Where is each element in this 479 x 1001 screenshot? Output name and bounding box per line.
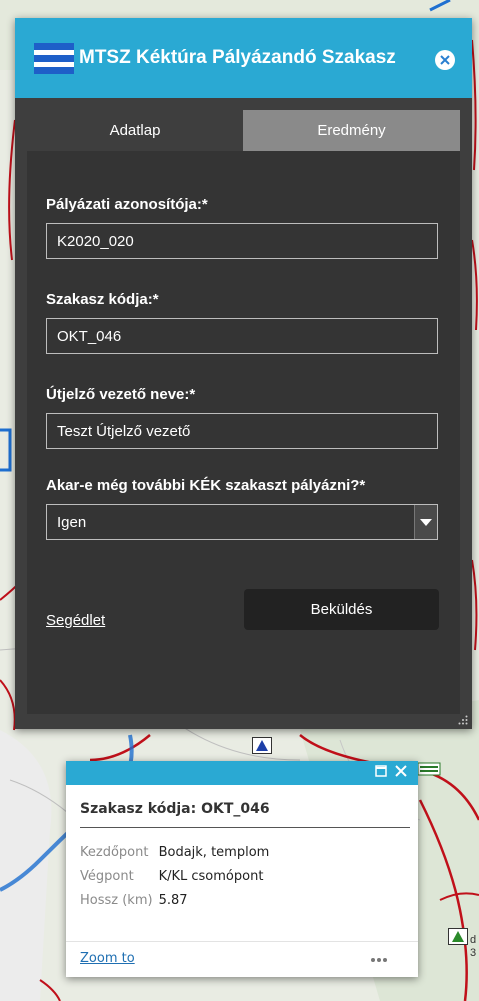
select-value: Igen — [57, 514, 87, 531]
map-label: d — [470, 934, 477, 946]
waymarker-leader-input[interactable] — [46, 413, 438, 449]
flag-icon — [34, 43, 74, 74]
attr-key: Végpont — [80, 868, 134, 884]
section-code-input[interactable] — [46, 318, 438, 354]
submit-button[interactable]: Beküldés — [244, 589, 439, 630]
attr-value: K/KL csomópont — [158, 868, 264, 884]
divider — [66, 941, 418, 942]
form-area: Pályázati azonosítója:* Szakasz kódja:* … — [27, 151, 460, 714]
panel-title: MTSZ Kéktúra Pályázandó Szakasz — [79, 47, 396, 68]
more-sections-select[interactable]: Igen — [46, 504, 438, 540]
field-label-section-code: Szakasz kódja:* — [46, 291, 159, 308]
close-icon[interactable] — [393, 763, 409, 779]
attr-value: 5.87 — [158, 892, 188, 908]
map-label: 3 — [470, 947, 477, 959]
close-circle-icon[interactable] — [435, 50, 455, 70]
tab-adatlap[interactable]: Adatlap — [27, 110, 243, 151]
attr-key: Hossz (km) — [80, 892, 153, 908]
table-row: Végpont K/KL csomópont — [80, 864, 275, 888]
tab-eredmeny[interactable]: Eredmény — [243, 110, 460, 151]
panel-header[interactable]: MTSZ Kéktúra Pályázandó Szakasz — [15, 18, 472, 98]
zoom-to-link[interactable]: Zoom to — [80, 951, 135, 966]
triangle-marker-icon[interactable] — [448, 928, 468, 945]
widget-panel: MTSZ Kéktúra Pályázandó Szakasz Adatlap … — [15, 18, 472, 729]
tab-bar: Adatlap Eredmény — [27, 110, 460, 151]
more-dots-icon[interactable] — [370, 957, 388, 963]
divider — [80, 827, 410, 828]
maximize-icon[interactable] — [375, 765, 387, 777]
table-row: Kezdőpont Bodajk, templom — [80, 840, 275, 864]
feature-popup: Szakasz kódja: OKT_046 Kezdőpont Bodajk,… — [66, 761, 418, 977]
popup-title: Szakasz kódja: OKT_046 — [80, 801, 270, 817]
attr-value: Bodajk, templom — [158, 844, 270, 860]
application-id-input[interactable] — [46, 223, 438, 259]
field-label-more-sections: Akar-e még további KÉK szakaszt pályázni… — [46, 477, 366, 494]
table-row: Hossz (km) 5.87 — [80, 888, 275, 912]
field-label-application-id: Pályázati azonosítója:* — [46, 196, 208, 213]
triangle-marker-icon[interactable] — [252, 737, 272, 754]
popup-header[interactable] — [66, 761, 418, 785]
attribute-table: Kezdőpont Bodajk, templom Végpont K/KL c… — [80, 840, 275, 912]
resize-grip-icon[interactable] — [458, 715, 468, 725]
dropdown-arrow-icon[interactable] — [414, 505, 437, 539]
attr-key: Kezdőpont — [80, 844, 149, 860]
field-label-waymarker-leader: Útjelző vezető neve:* — [46, 386, 196, 403]
help-link[interactable]: Segédlet — [46, 612, 105, 629]
